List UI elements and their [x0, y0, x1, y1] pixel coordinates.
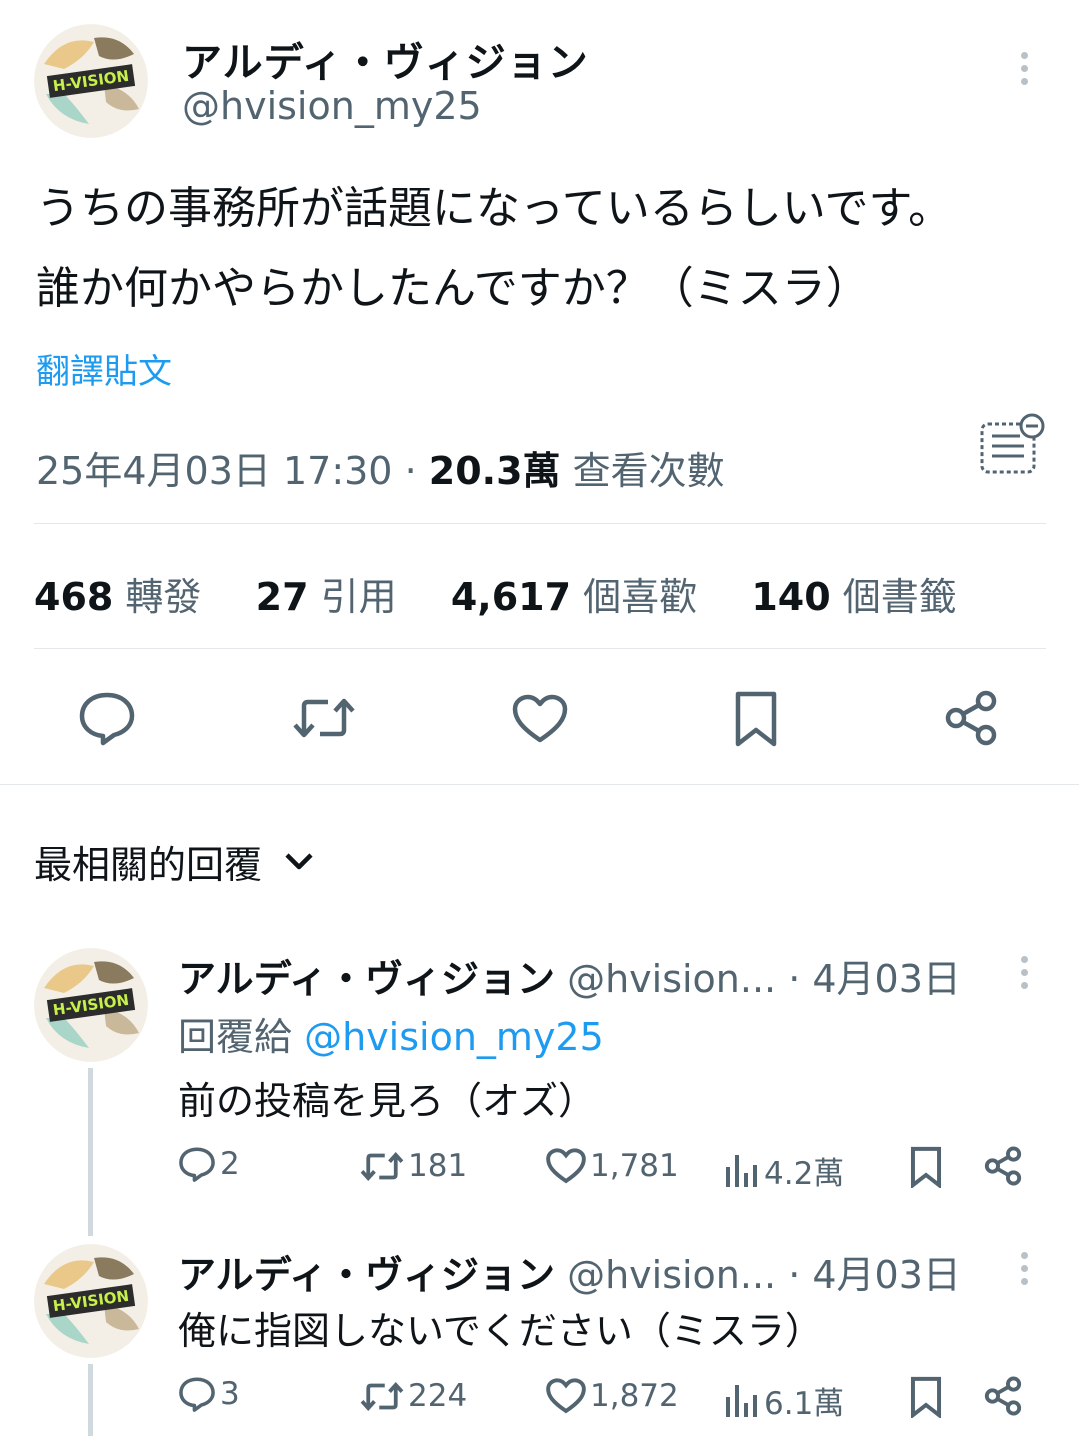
- reply-1-like-button[interactable]: 1,781: [546, 1148, 679, 1184]
- stats-row: 468 轉發 27 引用 4,617 個喜歡 140 個書籤: [34, 566, 957, 621]
- reply-1-share-button[interactable]: [984, 1146, 1022, 1186]
- stat-quotes[interactable]: 27 引用: [256, 575, 397, 619]
- stat-retweets[interactable]: 468 轉發: [34, 575, 201, 619]
- like-button[interactable]: [512, 694, 568, 744]
- reply-1-views-button[interactable]: 4.2萬: [724, 1148, 844, 1193]
- bookmark-icon: [910, 1146, 942, 1188]
- reply-1-header: アルディ・ヴィジョン @hvision... · 4月03日: [178, 948, 961, 1003]
- more-icon[interactable]: [1020, 52, 1028, 85]
- reply-1-retweet-button[interactable]: 181: [360, 1148, 467, 1184]
- retweet-count: 224: [408, 1378, 468, 1414]
- like-count: 1,872: [590, 1378, 679, 1414]
- reply-2-reply-button[interactable]: 3: [178, 1376, 240, 1412]
- reply-1-bookmark-button[interactable]: [910, 1146, 942, 1188]
- reply-icon: [179, 1377, 215, 1412]
- tweet-text-line-2: 誰か何かやらかしたんですか？（ミスラ）: [36, 263, 870, 314]
- views-count: 4.2萬: [764, 1156, 845, 1192]
- bookmark-icon: [910, 1376, 942, 1418]
- replies-sort-toggle[interactable]: 最相關的回覆: [34, 834, 314, 889]
- views-count: 20.3萬: [428, 449, 561, 493]
- reply-author-handle[interactable]: @hvision...: [567, 1253, 776, 1297]
- retweet-icon: [293, 698, 355, 738]
- reply-text: 前の投稿を見ろ（オズ）: [178, 1079, 597, 1123]
- stat-likes[interactable]: 4,617 個喜歡: [451, 575, 697, 619]
- retweet-button[interactable]: [292, 694, 356, 742]
- avatar-image: H-VISION: [34, 1244, 148, 1358]
- more-icon[interactable]: [1020, 1252, 1028, 1285]
- reply-date[interactable]: · 4月03日: [788, 957, 961, 1001]
- reply-2-views-button[interactable]: 6.1萬: [724, 1378, 844, 1423]
- translate-post-link[interactable]: 翻譯貼文: [36, 344, 172, 393]
- reply-2-retweet-button[interactable]: 224: [360, 1378, 467, 1414]
- views-icon: [726, 1384, 757, 1417]
- reply-icon: [79, 692, 135, 746]
- like-icon: [512, 694, 568, 743]
- avatar-image: H-VISION: [34, 948, 148, 1062]
- reply-icon: [179, 1147, 215, 1182]
- reply-to-handle[interactable]: @hvision_my25: [304, 1015, 604, 1059]
- divider-top: [34, 523, 1046, 524]
- author-avatar[interactable]: H-VISION: [34, 24, 148, 138]
- like-icon: [546, 1378, 586, 1414]
- author-handle[interactable]: @hvision_my25: [182, 84, 482, 128]
- reply-2-header: アルディ・ヴィジョン @hvision... · 4月03日: [178, 1244, 961, 1299]
- share-button[interactable]: [944, 690, 998, 746]
- like-count: 1,781: [590, 1148, 679, 1184]
- reply-button[interactable]: [78, 690, 136, 746]
- bookmark-icon: [735, 691, 777, 747]
- reply-to-line: 回覆給 @hvision_my25: [178, 1006, 604, 1061]
- share-icon: [984, 1376, 1022, 1416]
- reply-author-name[interactable]: アルディ・ヴィジョン: [178, 957, 555, 1001]
- thread-line: [88, 1068, 93, 1236]
- reply-author-handle[interactable]: @hvision...: [567, 957, 776, 1001]
- chevron-down-icon: [285, 852, 313, 869]
- reply-2-share-button[interactable]: [984, 1376, 1022, 1416]
- divider-middle: [34, 648, 1046, 649]
- reply-author-name[interactable]: アルディ・ヴィジョン: [178, 1253, 555, 1297]
- author-name[interactable]: アルディ・ヴィジョン: [182, 30, 589, 88]
- retweet-count: 181: [408, 1148, 468, 1184]
- reply-text: 俺に指図しないでください（ミスラ）: [178, 1309, 823, 1353]
- reply-2-avatar[interactable]: H-VISION: [34, 1244, 148, 1358]
- reply-count: 2: [220, 1146, 240, 1182]
- bookmark-button[interactable]: [734, 690, 778, 748]
- reply-date[interactable]: · 4月03日: [788, 1253, 961, 1297]
- views-label: 查看次數: [572, 449, 725, 493]
- stat-bookmarks[interactable]: 140 個書籤: [751, 575, 956, 619]
- retweet-icon: [360, 1151, 404, 1181]
- reply-1-reply-button[interactable]: 2: [178, 1146, 240, 1182]
- reply-count: 3: [220, 1376, 240, 1412]
- timestamp[interactable]: 25年4月03日 17:30: [36, 449, 392, 493]
- reply-2-like-button[interactable]: 1,872: [546, 1378, 679, 1414]
- reply-to-label: 回覆給: [178, 1015, 293, 1059]
- retweet-icon: [360, 1381, 404, 1411]
- views-icon: [726, 1154, 757, 1187]
- thread-line: [88, 1364, 93, 1436]
- share-icon: [945, 690, 997, 746]
- more-icon[interactable]: [1020, 956, 1028, 989]
- share-icon: [984, 1146, 1022, 1186]
- avatar-image: H-VISION: [34, 24, 148, 138]
- tweet-meta: 25年4月03日 17:30 · 20.3萬 查看次數: [36, 440, 725, 495]
- reply-1-avatar[interactable]: H-VISION: [34, 948, 148, 1062]
- post-summary-icon[interactable]: [978, 412, 1048, 482]
- reply-2-bookmark-button[interactable]: [910, 1376, 942, 1418]
- like-icon: [546, 1148, 586, 1184]
- views-count: 6.1萬: [764, 1386, 845, 1422]
- meta-separator: ·: [404, 449, 417, 493]
- section-divider: [0, 784, 1079, 785]
- replies-sort-label: 最相關的回覆: [34, 843, 263, 887]
- tweet-text-line-1: うちの事務所が話題になっているらしいです。: [36, 183, 953, 234]
